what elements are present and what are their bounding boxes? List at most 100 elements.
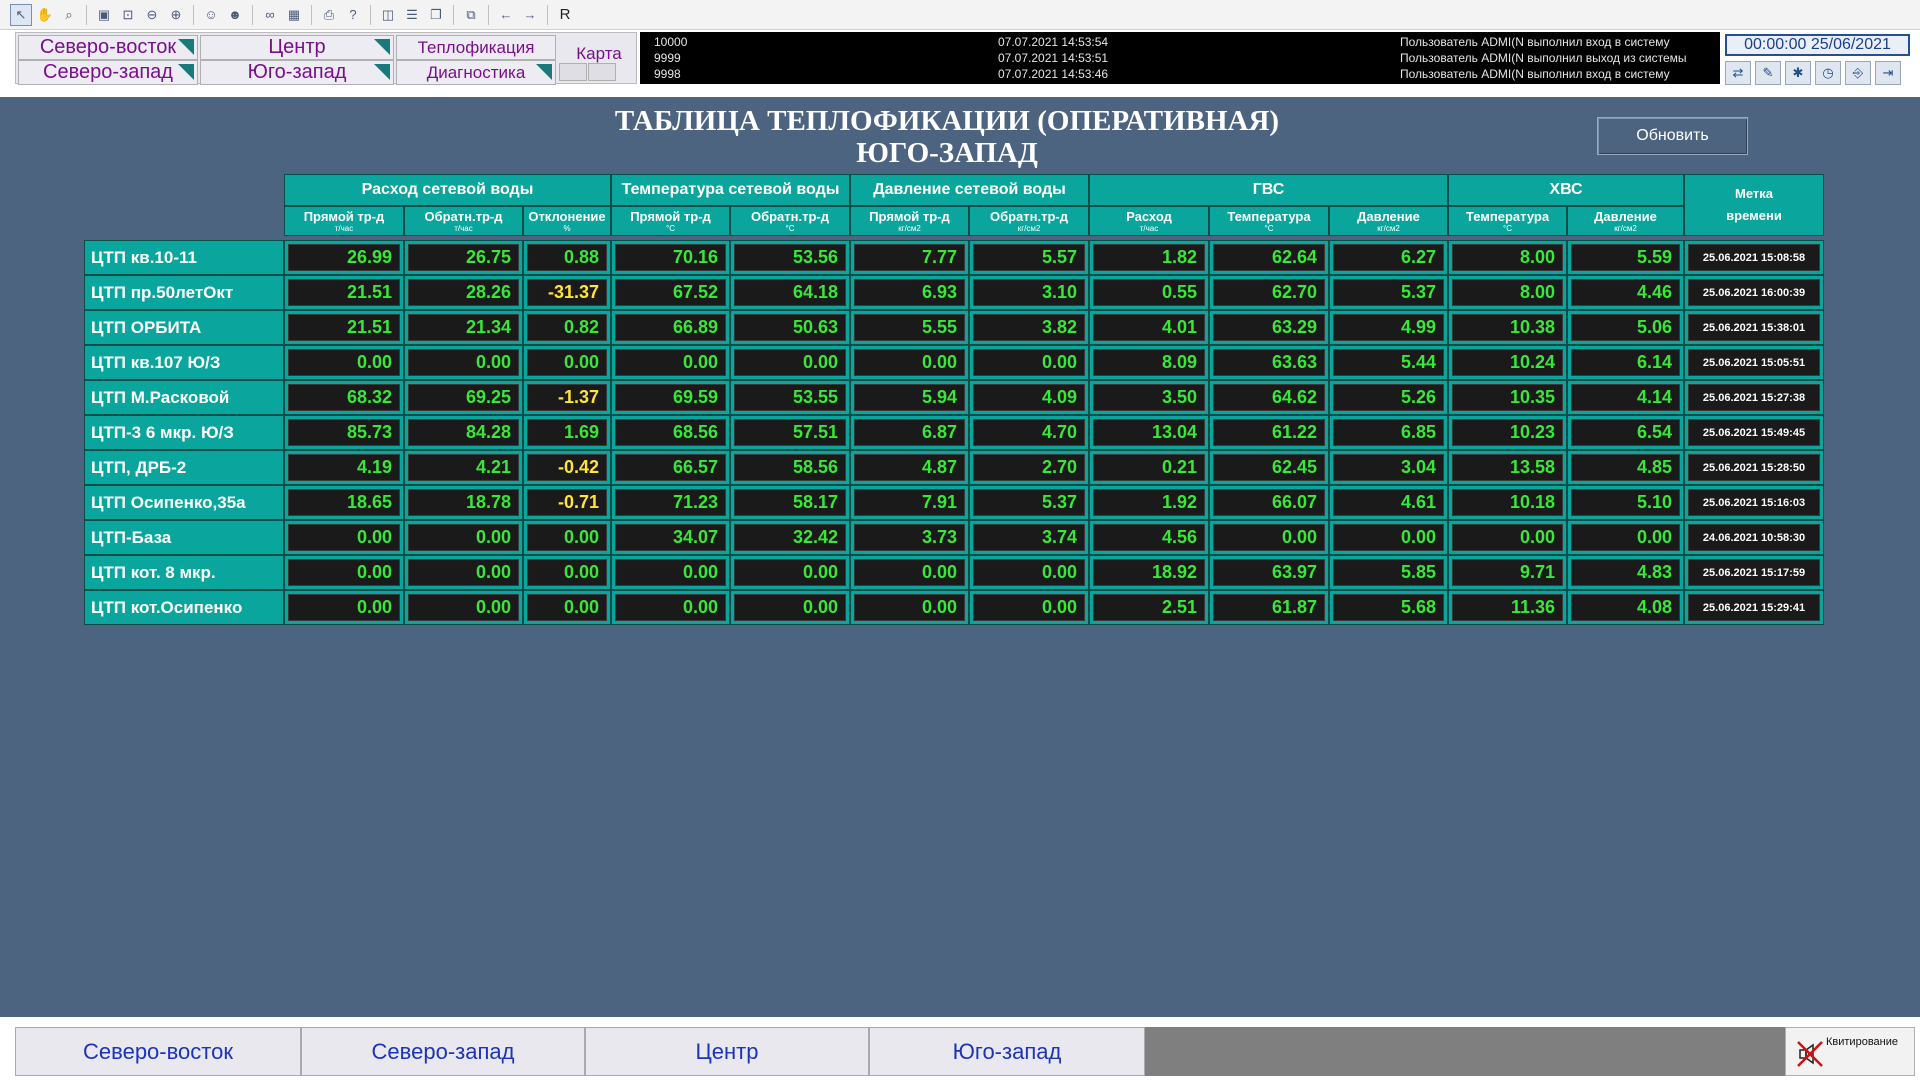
table-cell: 26.99 [284, 240, 404, 275]
column-header[interactable]: Обратн.тр-д т/час [404, 206, 523, 236]
zoom-area-icon[interactable]: ⊡ [117, 4, 139, 26]
cell-value: 64.62 [1213, 384, 1325, 411]
toolbar-divider [311, 4, 312, 25]
binoculars-icon[interactable]: ∞ [259, 4, 281, 26]
mini-button[interactable] [559, 63, 587, 81]
exit-door-icon[interactable]: ⎆ [1845, 61, 1871, 85]
tab-yugo-zapad[interactable]: Юго-запад [200, 60, 394, 85]
column-header[interactable]: Давление кг/см2 [1329, 206, 1448, 236]
edit-icon[interactable]: ✎ [1755, 61, 1781, 85]
column-header[interactable]: Отклонение% [523, 206, 611, 236]
select-arrow-icon[interactable]: ↖ [10, 3, 32, 26]
row-label[interactable]: ЦТП Осипенко,35а [84, 485, 284, 520]
row-label[interactable]: ЦТП кв.107 Ю/З [84, 345, 284, 380]
row-label[interactable]: ЦТП ОРБИТА [84, 310, 284, 345]
cell-value: 85.73 [288, 419, 400, 446]
table-cell: -0.42 [523, 450, 611, 485]
column-header-name: Прямой тр-д [869, 209, 950, 224]
acknowledge-button[interactable]: Квитирование [1785, 1027, 1915, 1076]
zoom-in-icon[interactable]: ⊕ [165, 4, 187, 26]
tab-severo-zapad[interactable]: Северо-запад [18, 60, 198, 85]
column-header[interactable]: Расход т/час [1089, 206, 1209, 236]
tab-tsentr[interactable]: Центр [200, 35, 394, 60]
row-label[interactable]: ЦТП кв.10-11 [84, 240, 284, 275]
column-header[interactable]: Прямой тр-д °С [611, 206, 730, 236]
column-header[interactable]: Температура °С [1448, 206, 1567, 236]
toolbar-divider [370, 4, 371, 25]
zoom-icon[interactable]: ⌕ [58, 4, 80, 26]
table-cell: 6.54 [1567, 415, 1684, 450]
cell-value: 10.23 [1452, 419, 1563, 446]
table-cell: 84.28 [404, 415, 523, 450]
tab-severo-vostok[interactable]: Северо-восток [18, 35, 198, 60]
network-icon[interactable]: ⧉ [460, 4, 482, 26]
station-name: ЦТП кот. 8 мкр. [91, 562, 216, 582]
bottom-tab-tsentr[interactable]: Центр [585, 1027, 869, 1076]
column-header[interactable]: Обратн.тр-д кг/см2 [969, 206, 1089, 236]
table-cell: 4.14 [1567, 380, 1684, 415]
cell-value: 8.00 [1452, 244, 1563, 271]
bottom-tab-yugo-zapad[interactable]: Юго-запад [869, 1027, 1145, 1076]
group-header: ГВС [1089, 174, 1448, 206]
tab-teplofikatsiya[interactable]: Теплофикация [396, 35, 556, 60]
cell-value: 68.56 [615, 419, 726, 446]
window-cascade-icon[interactable]: ❐ [425, 4, 447, 26]
column-header[interactable]: Обратн.тр-д °С [730, 206, 850, 236]
cell-value: 21.51 [288, 279, 400, 306]
network-link-icon[interactable]: ⇄ [1725, 61, 1751, 85]
row-label[interactable]: ЦТП-База [84, 520, 284, 555]
cell-value: 0.00 [854, 349, 965, 376]
help-icon[interactable]: ? [342, 4, 364, 26]
forward-arrow-icon[interactable]: → [519, 4, 541, 26]
user-settings-icon[interactable]: ☻ [224, 4, 246, 26]
table-cell: 0.00 [523, 555, 611, 590]
window-split-icon[interactable]: ◫ [377, 4, 399, 26]
table-cell: 21.34 [404, 310, 523, 345]
users-icon[interactable]: ☺ [200, 4, 222, 26]
table-cell: 61.22 [1209, 415, 1329, 450]
table-cell: 0.00 [1209, 520, 1329, 555]
table-cell: 0.00 [404, 590, 523, 625]
calculator-icon[interactable]: ▦ [283, 4, 305, 26]
cell-value: 34.07 [615, 524, 726, 551]
row-label[interactable]: ЦТП-3 6 мкр. Ю/З [84, 415, 284, 450]
window-rows-icon[interactable]: ☰ [401, 4, 423, 26]
column-header[interactable]: Температура °С [1209, 206, 1329, 236]
r-button[interactable]: R [554, 4, 576, 26]
table-cell: 2.70 [969, 450, 1089, 485]
row-label[interactable]: ЦТП кот. 8 мкр. [84, 555, 284, 590]
hand-pan-icon[interactable]: ✋ [34, 4, 56, 26]
timestamp-cell: 25.06.2021 15:28:50 [1684, 450, 1824, 485]
plugin-icon[interactable]: ✱ [1785, 61, 1811, 85]
muted-speaker-icon [1797, 1041, 1823, 1067]
table-cell: 6.14 [1567, 345, 1684, 380]
zoom-out-icon[interactable]: ⊖ [141, 4, 163, 26]
bottom-tab-severo-vostok[interactable]: Северо-восток [15, 1027, 301, 1076]
row-label[interactable]: ЦТП М.Расковой [84, 380, 284, 415]
cell-value: 0.00 [615, 349, 726, 376]
fit-page-icon[interactable]: ▣ [93, 4, 115, 26]
row-label[interactable]: ЦТП, ДРБ-2 [84, 450, 284, 485]
back-arrow-icon[interactable]: ← [495, 4, 517, 26]
table-cell: 58.56 [730, 450, 850, 485]
cell-value: 21.34 [408, 314, 519, 341]
column-header[interactable]: Прямой тр-д кг/см2 [850, 206, 969, 236]
table-cell: 3.73 [850, 520, 969, 555]
refresh-button[interactable]: Обновить [1597, 117, 1748, 155]
station-name: ЦТП кот.Осипенко [91, 597, 243, 617]
cell-value: 0.00 [854, 559, 965, 586]
cell-value: 0.00 [1333, 524, 1444, 551]
column-header[interactable]: Прямой тр-д т/час [284, 206, 404, 236]
bottom-tab-severo-zapad[interactable]: Северо-запад [301, 1027, 585, 1076]
print-icon[interactable]: ⎙ [318, 4, 340, 26]
tab-diagnostika[interactable]: Диагностика [396, 60, 556, 85]
column-header[interactable]: Давление кг/см2 [1567, 206, 1684, 236]
table-cell: 0.21 [1089, 450, 1209, 485]
mini-button[interactable] [588, 63, 616, 81]
table-cell: 18.65 [284, 485, 404, 520]
column-header-unit: кг/см2 [1377, 224, 1400, 233]
logout-icon[interactable]: ⇥ [1875, 61, 1901, 85]
row-label[interactable]: ЦТП кот.Осипенко [84, 590, 284, 625]
row-label[interactable]: ЦТП пр.50летОкт [84, 275, 284, 310]
clock-icon[interactable]: ◷ [1815, 61, 1841, 85]
